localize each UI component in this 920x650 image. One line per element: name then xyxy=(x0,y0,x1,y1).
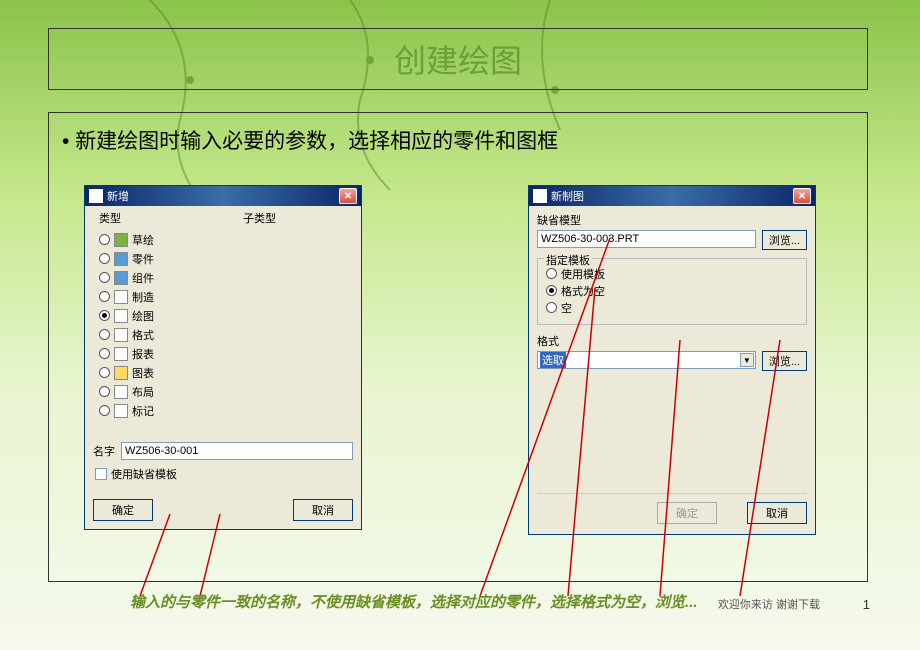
dialog-title-text: 新制图 xyxy=(551,188,584,204)
template-option-format-empty[interactable]: 格式为空 xyxy=(546,282,798,299)
template-legend: 指定模板 xyxy=(544,252,592,268)
format-label: 格式 xyxy=(537,333,807,349)
bullet-text: 新建绘图时输入必要的参数，选择相应的零件和图框 xyxy=(62,125,558,155)
close-icon[interactable]: ✕ xyxy=(339,188,357,204)
type-option-assembly[interactable]: 组件 xyxy=(99,268,154,287)
footer-text: 欢迎你来访 谢谢下载 xyxy=(718,596,820,612)
type-option-mark[interactable]: 标记 xyxy=(99,401,154,420)
cancel-button[interactable]: 取消 xyxy=(293,499,353,521)
slide-title: 创建绘图 xyxy=(394,36,522,82)
default-model-label: 缺省模型 xyxy=(537,212,807,228)
new-dialog: 新增 ✕ 类型 草绘 零件 组件 制造 绘图 格式 报表 图表 布局 标记 子类… xyxy=(84,185,362,530)
type-option-chart[interactable]: 图表 xyxy=(99,363,154,382)
type-option-manufacture[interactable]: 制造 xyxy=(99,287,154,306)
format-value: 选取 xyxy=(540,352,566,368)
ok-button[interactable]: 确定 xyxy=(657,502,717,524)
subtype-header: 子类型 xyxy=(243,210,276,226)
format-combobox[interactable]: 选取 ▼ xyxy=(537,351,756,369)
type-option-format[interactable]: 格式 xyxy=(99,325,154,344)
dialog-titlebar[interactable]: 新制图 ✕ xyxy=(529,186,815,206)
chevron-down-icon[interactable]: ▼ xyxy=(740,353,754,367)
dialog-title-text: 新增 xyxy=(107,188,129,204)
assembly-icon xyxy=(114,271,128,285)
part-icon xyxy=(114,252,128,266)
chart-icon xyxy=(114,366,128,380)
name-label: 名字 xyxy=(93,443,115,459)
checkbox-icon xyxy=(95,468,107,480)
annotation-caption: 输入的与零件一致的名称，不使用缺省模板，选择对应的零件，选择格式为空，浏览... xyxy=(130,591,698,612)
close-icon[interactable]: ✕ xyxy=(793,188,811,204)
ok-button[interactable]: 确定 xyxy=(93,499,153,521)
use-default-template-checkbox[interactable]: 使用缺省模板 xyxy=(95,466,177,482)
template-fieldset: 指定模板 使用模板 格式为空 空 xyxy=(537,258,807,325)
type-option-report[interactable]: 报表 xyxy=(99,344,154,363)
drawing-icon xyxy=(114,309,128,323)
sketch-icon xyxy=(114,233,128,247)
model-input[interactable] xyxy=(537,230,756,248)
layout-icon xyxy=(114,385,128,399)
browse-format-button[interactable]: 浏览... xyxy=(762,351,807,371)
manufacture-icon xyxy=(114,290,128,304)
type-option-layout[interactable]: 布局 xyxy=(99,382,154,401)
format-icon xyxy=(114,328,128,342)
name-input[interactable] xyxy=(121,442,353,460)
page-number: 1 xyxy=(863,597,870,612)
dialog-titlebar[interactable]: 新增 ✕ xyxy=(85,186,361,206)
browse-model-button[interactable]: 浏览... xyxy=(762,230,807,250)
template-option-empty[interactable]: 空 xyxy=(546,299,798,316)
app-icon xyxy=(533,189,547,203)
title-container: 创建绘图 xyxy=(48,28,868,90)
type-option-part[interactable]: 零件 xyxy=(99,249,154,268)
cancel-button[interactable]: 取消 xyxy=(747,502,807,524)
new-drawing-dialog: 新制图 ✕ 缺省模型 浏览... 指定模板 使用模板 格式为空 空 格式 选取 … xyxy=(528,185,816,535)
type-option-sketch[interactable]: 草绘 xyxy=(99,230,154,249)
use-default-label: 使用缺省模板 xyxy=(111,466,177,482)
report-icon xyxy=(114,347,128,361)
mark-icon xyxy=(114,404,128,418)
app-icon xyxy=(89,189,103,203)
type-option-drawing[interactable]: 绘图 xyxy=(99,306,154,325)
type-header: 类型 xyxy=(99,210,154,226)
